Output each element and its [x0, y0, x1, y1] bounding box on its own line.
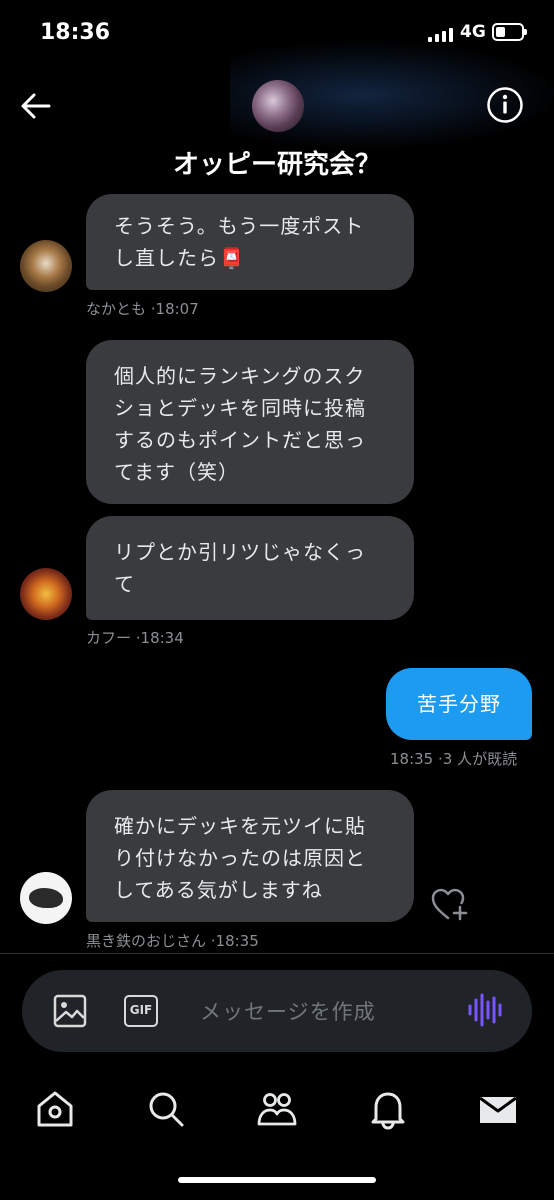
voice-message-icon[interactable]: [466, 992, 504, 1028]
sender-avatar[interactable]: [20, 568, 72, 620]
message-input[interactable]: メッセージを作成: [200, 996, 376, 1026]
search-icon[interactable]: [145, 1088, 187, 1130]
gif-icon[interactable]: GIF: [124, 995, 158, 1027]
status-time: 18:36: [40, 20, 111, 45]
sent-message-bubble[interactable]: 苦手分野: [386, 668, 532, 740]
message-meta: 18:35 ·3 人が既読: [390, 750, 518, 768]
message-bubble[interactable]: 確かにデッキを元ツイに貼 り付けなかったのは原因と してある気がしますね: [86, 790, 414, 922]
info-icon[interactable]: [486, 86, 524, 124]
battery-icon: [492, 23, 527, 41]
message-bubble[interactable]: リプとか引リツじゃなくっ て: [86, 516, 414, 620]
message-meta: カフー ·18:34: [86, 629, 184, 647]
conversation-title[interactable]: オッピー研究会？: [0, 144, 554, 181]
image-icon[interactable]: [52, 993, 88, 1029]
message-meta: なかとも ·18:07: [86, 300, 199, 318]
messages-icon[interactable]: [477, 1088, 519, 1130]
add-reaction-heart-icon[interactable]: [430, 886, 470, 922]
message-bubble[interactable]: 個人的にランキングのスク ショとデッキを同時に投稿 するのもポイントだと思っ て…: [86, 340, 414, 504]
communities-icon[interactable]: [256, 1088, 298, 1130]
home-indicator: [178, 1177, 376, 1183]
sender-avatar[interactable]: [20, 240, 72, 292]
notifications-icon[interactable]: [367, 1088, 409, 1130]
back-arrow-icon[interactable]: [18, 88, 54, 124]
message-meta: 黒き鉄のおじさん ·18:35: [86, 932, 259, 950]
group-avatar[interactable]: [252, 80, 304, 132]
network-type: 4G: [460, 22, 486, 42]
message-bubble[interactable]: そうそう。もう一度ポスト し直したら📮: [86, 194, 414, 290]
sender-avatar[interactable]: [20, 872, 72, 924]
divider: [0, 953, 554, 954]
home-icon[interactable]: [34, 1088, 76, 1130]
